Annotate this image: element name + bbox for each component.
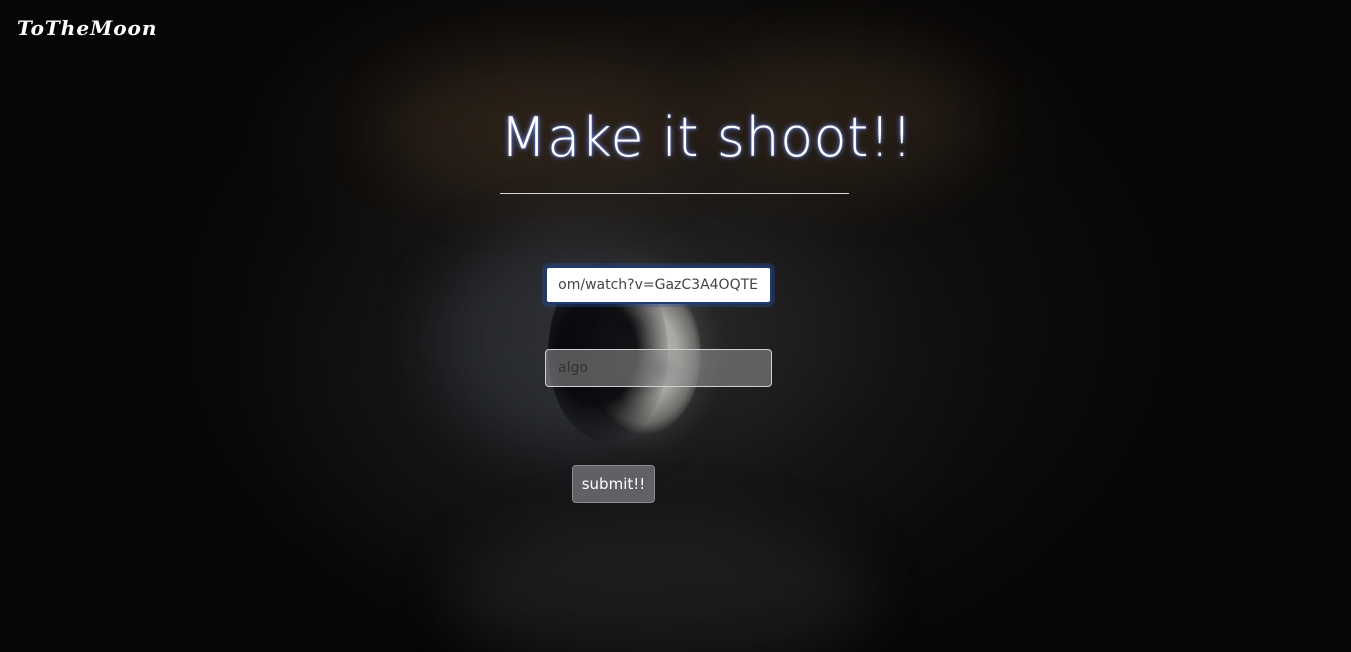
title-divider [500, 193, 849, 194]
page-title: Make it shoot!! [500, 106, 914, 169]
algo-input[interactable] [545, 349, 772, 387]
brand-logo[interactable]: ToTheMoon [17, 16, 157, 40]
submit-button[interactable]: submit!! [572, 465, 655, 503]
background-stage: ToTheMoon Make it shoot!! submit!! [0, 0, 1351, 652]
video-url-input[interactable] [545, 266, 772, 304]
cloud-decoration [450, 520, 870, 652]
